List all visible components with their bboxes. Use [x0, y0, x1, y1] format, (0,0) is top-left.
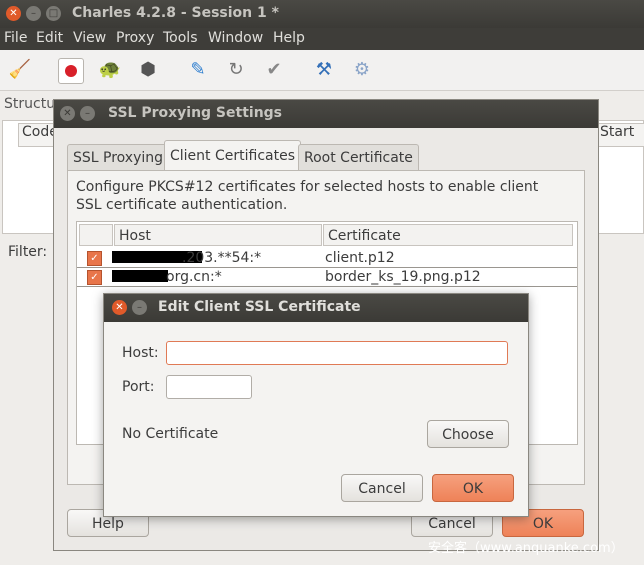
close-dialog-icon[interactable]: ✕: [60, 106, 75, 121]
toolbar: 🧹 🐢 ⬢ ✎ ↻ ✔ ⚒ ⚙: [0, 50, 644, 91]
enabled-column-header[interactable]: [79, 224, 113, 246]
app-title: Charles 4.2.8 - Session 1 *: [72, 5, 279, 21]
main-window-titlebar: ✕ – □ Charles 4.2.8 - Session 1 *: [0, 0, 644, 28]
table-row[interactable]: ✓ .203.**54:* client.p12: [77, 249, 577, 268]
menu-file[interactable]: File: [4, 30, 27, 46]
repeat-icon[interactable]: ↻: [224, 58, 248, 82]
minimize-dialog-icon[interactable]: –: [80, 106, 95, 121]
row-certificate: client.p12: [325, 250, 395, 266]
host-label: Host:: [122, 345, 159, 361]
certificate-column-header[interactable]: Certificate: [323, 224, 573, 246]
menu-help[interactable]: Help: [273, 30, 305, 46]
tab-ssl-proxying[interactable]: SSL Proxying: [67, 144, 170, 171]
maximize-window-icon[interactable]: □: [46, 6, 61, 21]
row-certificate: border_ks_19.png.p12: [325, 269, 481, 285]
row-enabled-checkbox[interactable]: ✓: [87, 270, 102, 285]
ssl-dialog-title: SSL Proxying Settings: [108, 105, 283, 121]
edit-dialog-titlebar: ✕ – Edit Client SSL Certificate: [104, 294, 528, 322]
menu-window[interactable]: Window: [208, 30, 263, 46]
edit-cancel-button[interactable]: Cancel: [341, 474, 423, 502]
redaction-bar: [112, 270, 168, 282]
tools-icon[interactable]: ⚒: [312, 58, 336, 82]
host-input[interactable]: [166, 341, 508, 365]
throttle-turtle-icon[interactable]: 🐢: [98, 58, 122, 82]
port-label: Port:: [122, 379, 155, 395]
menu-view[interactable]: View: [73, 30, 106, 46]
host-column-header[interactable]: Host: [114, 224, 322, 246]
close-dialog-icon[interactable]: ✕: [112, 300, 127, 315]
client-cert-description: Configure PKCS#12 certificates for selec…: [76, 179, 539, 213]
port-input[interactable]: [166, 375, 252, 399]
record-icon[interactable]: [58, 58, 84, 84]
filter-label: Filter:: [8, 244, 48, 260]
table-row[interactable]: ✓ org.cn:* border_ks_19.png.p12: [77, 268, 577, 287]
tab-root-certificate[interactable]: Root Certificate: [298, 144, 419, 171]
menu-tools[interactable]: Tools: [163, 30, 198, 46]
structure-tab[interactable]: Structu: [4, 96, 55, 112]
row-host-text: .203.**54:*: [182, 250, 262, 266]
start-column-header[interactable]: Start: [596, 123, 644, 147]
broom-icon[interactable]: 🧹: [8, 58, 32, 82]
choose-certificate-button[interactable]: Choose: [427, 420, 509, 448]
edit-ok-button[interactable]: OK: [432, 474, 514, 502]
validate-check-icon[interactable]: ✔: [262, 58, 286, 82]
minimize-window-icon[interactable]: –: [26, 6, 41, 21]
row-enabled-checkbox[interactable]: ✓: [87, 251, 102, 266]
certificate-status: No Certificate: [122, 426, 219, 442]
menu-proxy[interactable]: Proxy: [116, 30, 154, 46]
tab-client-certificates[interactable]: Client Certificates: [164, 140, 301, 172]
menu-edit[interactable]: Edit: [36, 30, 63, 46]
compose-pen-icon[interactable]: ✎: [186, 58, 210, 82]
watermark-text: 安全客（www.anquanke.com）: [428, 541, 624, 556]
row-host-text: org.cn:*: [166, 269, 222, 285]
ssl-dialog-titlebar: ✕ – SSL Proxying Settings: [54, 100, 598, 128]
settings-gear-icon[interactable]: ⚙: [350, 58, 374, 82]
menubar: File Edit View Proxy Tools Window Help: [0, 28, 644, 50]
minimize-dialog-icon[interactable]: –: [132, 300, 147, 315]
breakpoint-hexagon-icon[interactable]: ⬢: [136, 58, 160, 82]
close-window-icon[interactable]: ✕: [6, 6, 21, 21]
edit-client-ssl-certificate-dialog: ✕ – Edit Client SSL Certificate Host: Po…: [103, 293, 529, 517]
edit-dialog-title: Edit Client SSL Certificate: [158, 299, 361, 315]
